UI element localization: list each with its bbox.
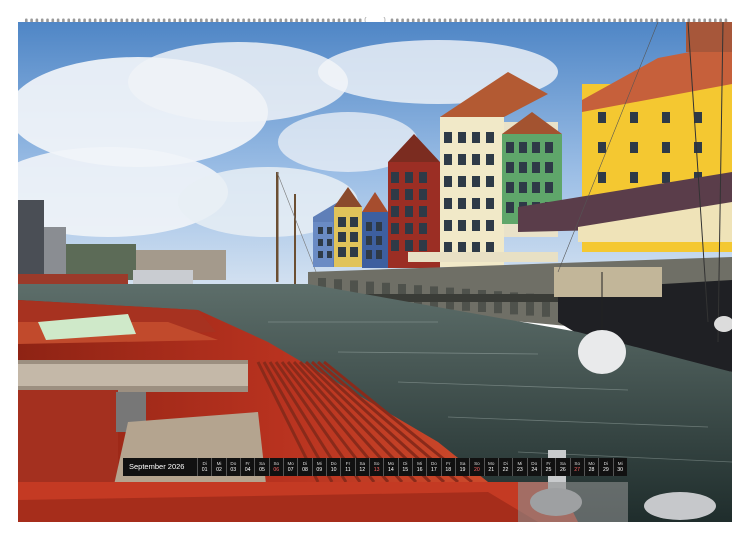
calendar-day: Mo 28 [583,458,598,476]
weekday-abbrev: Fr [345,461,351,466]
weekday-abbrev: Di [503,461,508,466]
calendar-day: Mi 30 [612,458,627,476]
weekday-abbrev: Do [430,461,437,466]
calendar-day: Di 08 [297,458,311,476]
day-number: 11 [345,467,351,473]
day-number: 08 [302,467,308,473]
day-number: 18 [445,467,452,473]
day-number: 16 [416,467,423,473]
calendar-day: Di 22 [497,458,512,476]
weekday-abbrev: So [574,461,580,466]
day-number: 22 [502,467,509,473]
weekday-abbrev: Do [330,461,337,466]
day-number: 26 [559,467,566,473]
calendar-day: Do 24 [526,458,541,476]
weekday-abbrev: Mi [517,461,523,466]
weekday-abbrev: So [474,461,480,466]
weekday-abbrev: Fr [546,461,551,466]
day-number: 27 [574,467,581,473]
calendar-day: Fr 11 [340,458,354,476]
calendar-days: Di 01 Mi 02 Do 03 Fr 04 Sa 05 So 06 Mo 07 Di 08 Mi 09 Do 10… [197,458,627,476]
day-number: 10 [330,467,337,473]
calendar-day: Mo 07 [282,458,297,476]
weekday-abbrev: Sa [359,461,366,466]
calendar-day: Mi 23 [512,458,526,476]
weekday-abbrev: Mi [417,461,423,466]
weekday-abbrev: Sa [259,461,265,466]
day-number: 25 [545,467,552,473]
day-number: 15 [402,467,409,473]
calendar-day: Sa 26 [555,458,569,476]
calendar-day: Fr 18 [440,458,455,476]
weekday-abbrev: Mi [316,461,322,466]
weekday-abbrev: Fr [245,461,250,466]
calendar-day: So 06 [268,458,283,476]
weekday-abbrev: Di [603,461,609,466]
day-number: 07 [287,467,294,473]
weekday-abbrev: Mo [287,461,294,466]
calendar-day: Mo 21 [483,458,498,476]
day-number: 01 [201,467,208,473]
day-number: 12 [359,467,366,473]
weekday-abbrev: Di [302,461,308,466]
calendar-day: Sa 12 [354,458,369,476]
weekday-abbrev: Sa [459,461,466,466]
weekday-abbrev: Sa [560,461,566,466]
day-number: 04 [244,467,251,473]
calendar-day: Do 17 [426,458,440,476]
month-label: September 2026 [129,462,185,471]
day-number: 23 [516,467,523,473]
weekday-abbrev: Di [202,461,207,466]
day-number: 29 [602,467,609,473]
weekday-abbrev: Do [531,461,538,466]
calendar-day: Do 03 [225,458,240,476]
calendar-day: Di 29 [598,458,612,476]
calendar-day: Sa 19 [454,458,469,476]
calendar-day: So 20 [469,458,483,476]
day-number: 05 [259,467,265,473]
day-number: 17 [431,467,437,473]
weekday-abbrev: Mo [488,461,495,466]
calendar-day: Fr 04 [239,458,254,476]
day-number: 02 [216,467,222,473]
weekday-abbrev: Mo [387,461,395,466]
day-number: 28 [588,467,595,473]
day-number: 19 [459,467,466,473]
weekday-abbrev: Mi [216,461,222,466]
nyhavn-photo [18,22,732,522]
day-number: 30 [617,467,624,473]
day-number: 09 [316,467,323,473]
calendar-day: Sa 05 [254,458,268,476]
calendar-page: September 2026 Di 01 Mi 02 Do 03 Fr 04 Sa 05 So 06 M… [0,0,750,540]
weekday-abbrev: Do [230,461,237,466]
calendar-day: Mo 14 [383,458,397,476]
weekday-abbrev: Mi [617,461,623,466]
day-number: 13 [373,467,380,473]
weekday-abbrev: Fr [446,461,451,466]
calendar-day: So 13 [368,458,383,476]
day-number: 14 [388,467,394,473]
day-number: 06 [273,467,280,473]
day-number: 20 [474,467,480,473]
calendar-day: Di 15 [397,458,412,476]
calendar-day: So 27 [569,458,584,476]
calendar-day: Do 10 [325,458,340,476]
calendar-day: Mi 16 [411,458,426,476]
weekday-abbrev: So [273,461,280,466]
weekday-abbrev: Di [403,461,408,466]
weekday-abbrev: So [373,461,380,466]
day-number: 21 [488,467,495,473]
calendar-day: Di 01 [197,458,211,476]
day-number: 24 [531,467,538,473]
weekday-abbrev: Mo [588,461,595,466]
calendar-day: Mi 02 [211,458,225,476]
day-number: 03 [230,467,237,473]
calendar-day: Mi 09 [311,458,326,476]
calendar-strip: September 2026 Di 01 Mi 02 Do 03 Fr 04 Sa 05 So 06 M… [123,458,627,476]
calendar-day: Fr 25 [540,458,555,476]
